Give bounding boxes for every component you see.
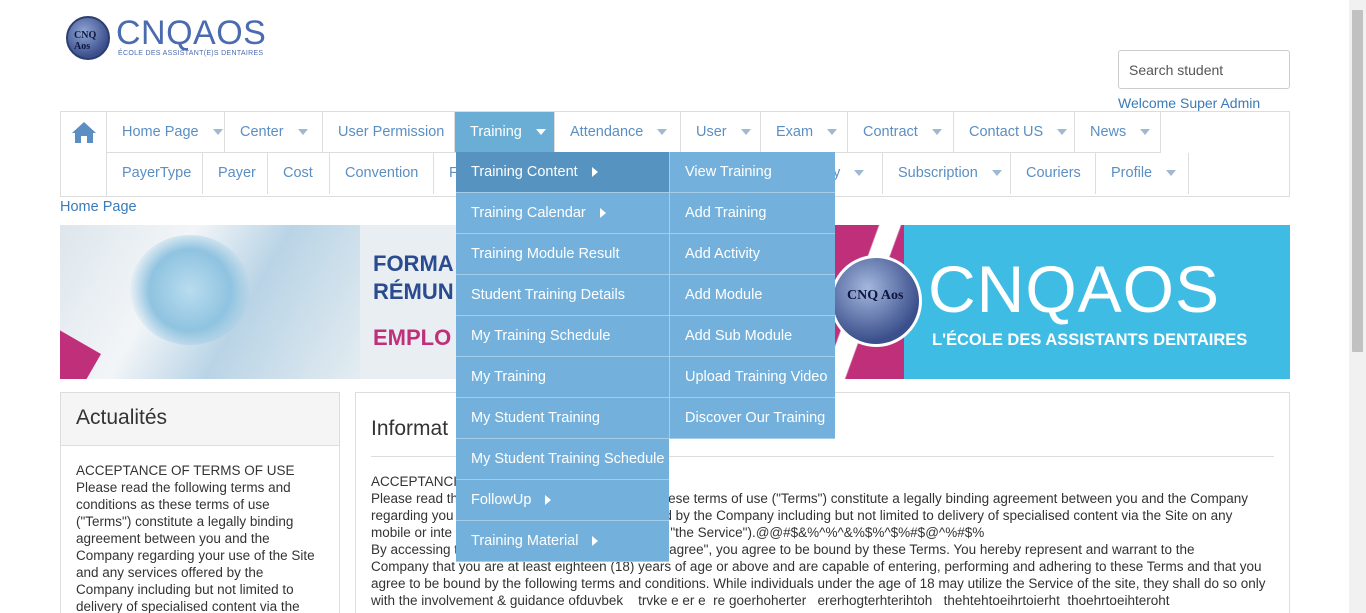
banner-brand: CNQAOS	[928, 252, 1221, 326]
menu-upload-training-video[interactable]: Upload Training Video	[669, 357, 835, 398]
actualites-panel: Actualités ACCEPTANCE OF TERMS OF USE Pl…	[60, 392, 340, 613]
banner-text-2: RÉMUN	[373, 279, 454, 304]
nav-exam[interactable]: Exam	[761, 112, 848, 153]
nav-payer[interactable]: Payer	[203, 153, 268, 194]
menu-training-material[interactable]: Training Material	[456, 521, 669, 562]
logo[interactable]: CNQ Aos CNQAOS ÉCOLE DES ASSISTANT(E)S D…	[64, 14, 274, 64]
nav-center[interactable]: Center	[225, 112, 323, 153]
home-icon	[72, 122, 96, 143]
chevron-right-icon	[592, 536, 599, 547]
training-content-submenu: View Training Add Training Add Activity …	[669, 152, 835, 439]
nav-couriers[interactable]: Couriers	[1011, 153, 1096, 194]
menu-discover-our-training[interactable]: Discover Our Training	[669, 398, 835, 439]
menu-add-activity[interactable]: Add Activity	[669, 234, 835, 275]
chevron-right-icon	[599, 208, 606, 219]
banner-brand-panel: CNQAOS L'ÉCOLE DES ASSISTANTS DENTAIRES	[904, 225, 1290, 379]
nav-home[interactable]	[61, 112, 107, 196]
menu-training-content[interactable]: Training Content	[456, 152, 669, 193]
chevron-right-icon	[545, 495, 552, 506]
banner-tagline: L'ÉCOLE DES ASSISTANTS DENTAIRES	[932, 331, 1248, 349]
logo-subtitle: ÉCOLE DES ASSISTANT(E)S DENTAIRES	[118, 50, 264, 57]
nav-subscription[interactable]: Subscription	[883, 153, 1011, 194]
actualites-title: Actualités	[61, 393, 339, 446]
menu-my-training-schedule[interactable]: My Training Schedule	[456, 316, 669, 357]
nav-profile[interactable]: Profile	[1096, 153, 1189, 194]
nav-payer-type[interactable]: PayerType	[107, 153, 203, 194]
menu-training-module-result[interactable]: Training Module Result	[456, 234, 669, 275]
logo-name: CNQAOS	[116, 14, 267, 52]
nav-news[interactable]: News	[1075, 112, 1161, 153]
nav-user[interactable]: User	[681, 112, 761, 153]
banner-text-3: EMPLO	[373, 325, 452, 350]
menu-my-student-training-schedule[interactable]: My Student Training Schedule	[456, 439, 669, 480]
chevron-down-icon	[854, 170, 865, 177]
search-student-input[interactable]	[1118, 50, 1290, 89]
nav-training[interactable]: Training	[455, 112, 555, 153]
chevron-down-icon	[1140, 129, 1151, 136]
scrollbar-thumb[interactable]	[1352, 10, 1363, 352]
menu-add-module[interactable]: Add Module	[669, 275, 835, 316]
logo-seal: CNQ Aos	[66, 16, 110, 60]
menu-view-training[interactable]: View Training	[669, 152, 835, 193]
nav-contact-us[interactable]: Contact US	[954, 112, 1075, 153]
chevron-down-icon	[212, 129, 223, 136]
chevron-down-icon	[991, 170, 1002, 177]
banner-text-1: FORMA	[373, 251, 454, 276]
information-title: Informat	[371, 417, 449, 440]
menu-followup[interactable]: FollowUp	[456, 480, 669, 521]
nav-user-permission[interactable]: User Permission	[323, 112, 455, 153]
banner-seal: CNQ Aos	[830, 255, 922, 347]
welcome-text[interactable]: Welcome Super Admin	[1118, 95, 1260, 111]
nav-cost[interactable]: Cost	[268, 153, 330, 194]
actualites-body: ACCEPTANCE OF TERMS OF USE Please read t…	[76, 463, 315, 613]
nav-convention[interactable]: Convention	[330, 153, 434, 194]
nav-contract[interactable]: Contract	[848, 112, 954, 153]
nav-home-page[interactable]: Home Page	[107, 112, 225, 153]
nav-attendance[interactable]: Attendance	[555, 112, 681, 153]
chevron-down-icon	[1166, 170, 1177, 177]
menu-training-calendar[interactable]: Training Calendar	[456, 193, 669, 234]
chevron-down-icon	[740, 129, 751, 136]
page-scrollbar[interactable]	[1349, 0, 1366, 613]
chevron-down-icon	[931, 129, 942, 136]
chevron-down-icon	[657, 129, 668, 136]
menu-my-student-training[interactable]: My Student Training	[456, 398, 669, 439]
breadcrumb[interactable]: Home Page	[60, 199, 137, 215]
chevron-down-icon	[535, 129, 546, 136]
chevron-down-icon	[297, 129, 308, 136]
training-dropdown: Training Content Training Calendar Train…	[456, 152, 669, 562]
menu-add-training[interactable]: Add Training	[669, 193, 835, 234]
menu-student-training-details[interactable]: Student Training Details	[456, 275, 669, 316]
chevron-down-icon	[827, 129, 838, 136]
chevron-down-icon	[1057, 129, 1068, 136]
menu-add-sub-module[interactable]: Add Sub Module	[669, 316, 835, 357]
chevron-right-icon	[591, 167, 598, 178]
banner-photo	[60, 225, 360, 379]
menu-my-training[interactable]: My Training	[456, 357, 669, 398]
